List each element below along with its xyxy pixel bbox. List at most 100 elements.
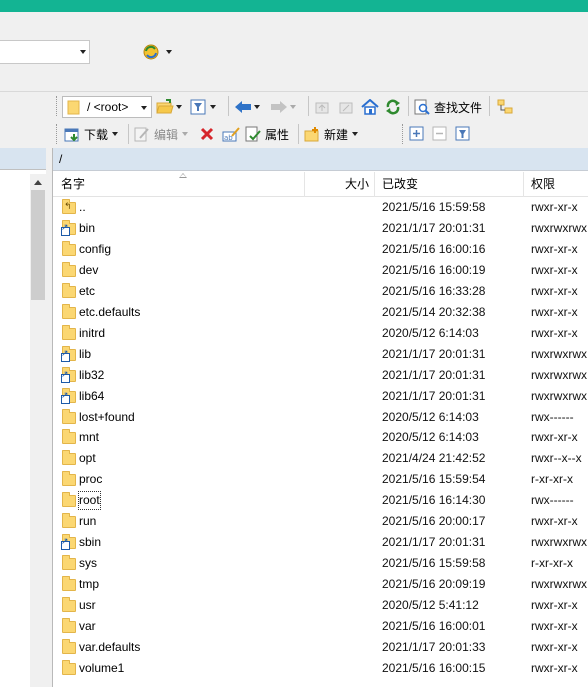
refresh-button[interactable] bbox=[385, 96, 401, 118]
column-header-size[interactable]: 大小 bbox=[305, 172, 375, 197]
file-permissions: rwxr-xr-x bbox=[531, 619, 578, 633]
parent-directory-button[interactable] bbox=[314, 96, 330, 118]
properties-button[interactable]: 属性 bbox=[245, 123, 289, 145]
chevron-down-icon[interactable] bbox=[141, 106, 147, 110]
file-row[interactable]: proc 2021/5/16 15:59:54 r-xr-xr-x bbox=[53, 469, 588, 490]
parent-dir-icon bbox=[314, 99, 330, 115]
chevron-down-icon[interactable] bbox=[210, 105, 216, 109]
forward-button[interactable] bbox=[270, 96, 296, 118]
expand-button[interactable] bbox=[409, 123, 425, 145]
file-name: volume1 bbox=[79, 660, 125, 675]
folder-link-icon bbox=[61, 366, 77, 383]
file-modified: 2020/5/12 6:14:03 bbox=[382, 430, 479, 445]
file-modified: 2021/5/16 20:00:17 bbox=[382, 514, 486, 529]
column-header-permissions[interactable]: 权限 bbox=[524, 172, 588, 197]
chevron-down-icon[interactable] bbox=[176, 105, 182, 109]
scroll-up-icon[interactable] bbox=[34, 180, 42, 185]
file-modified: 2021/4/24 21:42:52 bbox=[382, 451, 486, 466]
home-icon bbox=[361, 98, 379, 115]
toolbar-divider bbox=[228, 96, 229, 116]
rename-icon: ab bbox=[222, 126, 240, 142]
path-combo[interactable]: / <root> bbox=[62, 96, 152, 118]
delete-button[interactable] bbox=[199, 123, 215, 145]
file-modified: 2021/1/17 20:01:31 bbox=[382, 367, 486, 382]
open-directory-button[interactable] bbox=[156, 96, 182, 118]
file-permissions: rwxrwxrwx bbox=[531, 346, 587, 361]
file-modified: 2021/1/17 20:01:31 bbox=[382, 346, 486, 361]
toolbar-grip[interactable] bbox=[56, 124, 59, 144]
new-button[interactable]: 新建 bbox=[304, 123, 359, 145]
window-title-bar bbox=[0, 0, 588, 12]
file-name: run bbox=[79, 514, 97, 529]
file-name: mnt bbox=[79, 430, 100, 445]
root-dir-icon bbox=[338, 99, 354, 115]
local-scrollbar[interactable] bbox=[30, 174, 46, 687]
chevron-down-icon[interactable] bbox=[352, 132, 359, 136]
file-row[interactable]: lib32 2021/1/17 20:01:31 rwxrwxrwx bbox=[53, 365, 588, 386]
chevron-down-icon[interactable] bbox=[182, 132, 189, 136]
file-row[interactable]: opt 2021/4/24 21:42:52 rwxr--x--x bbox=[53, 448, 588, 469]
file-row[interactable]: lib 2021/1/17 20:01:31 rwxrwxrwx bbox=[53, 344, 588, 365]
filter-files-button[interactable] bbox=[455, 123, 471, 145]
folder-icon bbox=[61, 240, 77, 257]
chevron-down-icon[interactable] bbox=[290, 105, 296, 109]
file-row[interactable]: var.defaults 2021/1/17 20:01:33 rwxr-xr-x bbox=[53, 637, 588, 658]
session-combo[interactable] bbox=[0, 40, 90, 64]
file-row[interactable]: usr 2020/5/12 5:41:12 rwxr-xr-x bbox=[53, 595, 588, 616]
file-row[interactable]: config 2021/5/16 16:00:16 rwxr-xr-x bbox=[53, 239, 588, 260]
back-button[interactable] bbox=[234, 96, 260, 118]
file-modified: 2020/5/12 5:41:12 bbox=[382, 598, 479, 613]
chevron-down-icon[interactable] bbox=[80, 50, 86, 54]
filter-button[interactable] bbox=[190, 96, 216, 118]
folder-icon bbox=[61, 261, 77, 278]
chevron-down-icon[interactable] bbox=[254, 105, 260, 109]
file-permissions: rwxr-xr-x bbox=[531, 598, 578, 613]
new-label: 新建 bbox=[324, 127, 349, 142]
file-row[interactable]: bin 2021/1/17 20:01:31 rwxrwxrwx bbox=[53, 218, 588, 239]
root-directory-button[interactable] bbox=[338, 96, 354, 118]
file-modified: 2021/5/16 16:00:16 bbox=[382, 241, 486, 256]
file-modified: 2021/5/16 16:00:19 bbox=[382, 262, 486, 277]
column-header-name[interactable]: 名字 bbox=[53, 172, 305, 197]
file-row[interactable]: initrd 2020/5/12 6:14:03 rwxr-xr-x bbox=[53, 323, 588, 344]
file-row[interactable]: volume1 2021/5/16 16:00:15 rwxr-xr-x bbox=[53, 658, 588, 679]
download-button[interactable]: 下载 bbox=[64, 123, 119, 145]
folder-icon bbox=[61, 555, 77, 571]
file-name: dev bbox=[79, 262, 99, 277]
file-name: sbin bbox=[79, 535, 102, 550]
toolbar-grip[interactable] bbox=[402, 124, 405, 144]
file-row[interactable]: var 2021/5/16 16:00:01 rwxr-xr-x bbox=[53, 616, 588, 637]
file-row[interactable]: sbin 2021/1/17 20:01:31 rwxrwxrwx bbox=[53, 532, 588, 553]
file-row[interactable]: run 2021/5/16 20:00:17 rwxr-xr-x bbox=[53, 511, 588, 532]
column-modified-label: 已改变 bbox=[382, 177, 419, 191]
find-files-button[interactable]: 查找文件 bbox=[414, 96, 482, 118]
file-row[interactable]: sys 2021/5/16 15:59:58 r-xr-xr-x bbox=[53, 553, 588, 574]
file-row[interactable]: ↰.. 2021/5/16 15:59:58 rwxr-xr-x bbox=[53, 197, 588, 218]
file-row[interactable]: dev 2021/5/16 16:00:19 rwxr-xr-x bbox=[53, 260, 588, 281]
toolbar-grip[interactable] bbox=[56, 96, 59, 116]
chevron-down-icon[interactable] bbox=[112, 132, 119, 136]
file-permissions: rwxr-xr-x bbox=[531, 660, 578, 675]
file-row[interactable]: etc 2021/5/16 16:33:28 rwxr-xr-x bbox=[53, 281, 588, 302]
edit-button[interactable]: 编辑 bbox=[134, 123, 189, 145]
file-permissions: r-xr-xr-x bbox=[531, 472, 573, 487]
file-row[interactable]: tmp 2021/5/16 20:09:19 rwxrwxrwx bbox=[53, 574, 588, 595]
file-permissions: rwxr-xr-x bbox=[531, 283, 578, 298]
file-modified: 2021/5/16 16:14:30 bbox=[382, 493, 486, 508]
collapse-icon bbox=[432, 126, 448, 142]
rename-button[interactable]: ab bbox=[222, 123, 240, 145]
file-row[interactable]: lost+found 2020/5/12 6:14:03 rwx------ bbox=[53, 407, 588, 428]
column-header-modified[interactable]: 已改变 bbox=[375, 172, 524, 197]
sync-browse-button[interactable] bbox=[142, 43, 176, 61]
file-row[interactable]: mnt 2020/5/12 6:14:03 rwxr-xr-x bbox=[53, 427, 588, 448]
file-modified: 2021/5/16 16:00:01 bbox=[382, 619, 486, 633]
scrollbar-thumb[interactable] bbox=[31, 190, 45, 300]
properties-icon bbox=[245, 126, 261, 142]
file-permissions: rwxr-xr-x bbox=[531, 430, 578, 445]
tree-toggle-button[interactable] bbox=[497, 96, 513, 118]
file-row[interactable]: etc.defaults 2021/5/14 20:32:38 rwxr-xr-x bbox=[53, 302, 588, 323]
home-button[interactable] bbox=[361, 96, 379, 118]
collapse-button[interactable] bbox=[432, 123, 448, 145]
file-row[interactable]: root 2021/5/16 16:14:30 rwx------ bbox=[53, 490, 588, 511]
file-row[interactable]: lib64 2021/1/17 20:01:31 rwxrwxrwx bbox=[53, 386, 588, 407]
